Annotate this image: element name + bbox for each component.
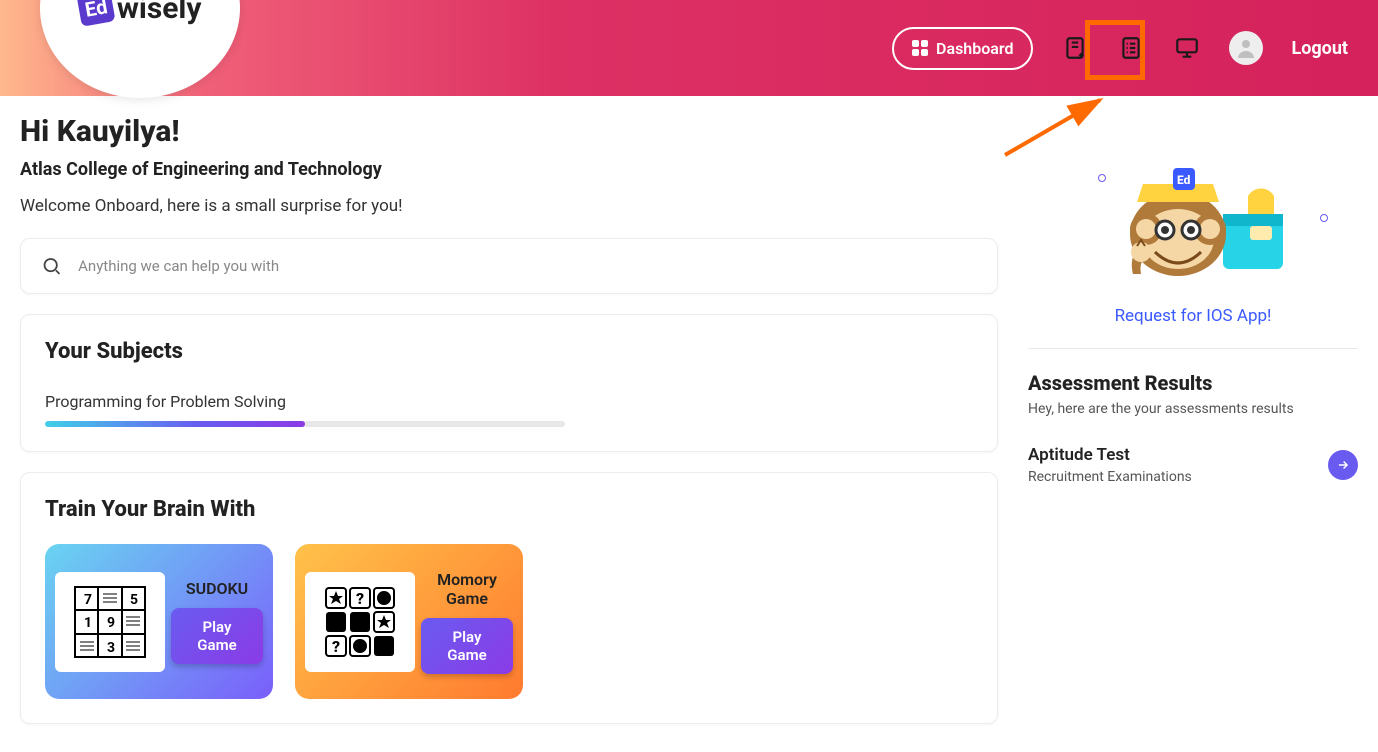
assessment-item-title: Aptitude Test [1028, 445, 1192, 465]
avatar[interactable] [1229, 31, 1263, 65]
svg-text:9: 9 [107, 615, 115, 631]
greeting-heading: Hi Kauyilya! [20, 114, 998, 149]
assessment-heading: Assessment Results [1028, 371, 1358, 395]
svg-text:?: ? [332, 637, 340, 656]
subject-name: Programming for Problem Solving [45, 392, 973, 411]
logo-wrap: Edwisely [40, 0, 240, 98]
college-name: Atlas College of Engineering and Technol… [20, 159, 998, 180]
monitor-icon[interactable] [1173, 34, 1201, 62]
game-title: Momory Game [421, 570, 513, 608]
play-memory-button[interactable]: Play Game [421, 618, 513, 674]
subject-progress-fill [45, 421, 305, 427]
games-heading: Train Your Brain With [45, 497, 973, 522]
assessment-item-subtitle: Recruitment Examinations [1028, 469, 1192, 485]
assessment-icon[interactable] [1117, 34, 1145, 62]
brand-badge: Ed [76, 0, 115, 27]
arrow-right-icon [1336, 458, 1350, 472]
svg-text:Ed: Ed [1177, 173, 1191, 187]
game-title: SUDOKU [186, 579, 248, 598]
assessment-arrow-button[interactable] [1328, 450, 1358, 480]
play-sudoku-button[interactable]: Play Game [171, 608, 263, 664]
decor-circle-icon [1098, 174, 1106, 182]
game-card-memory: ?? Momory Game Play Game [295, 544, 523, 699]
search-icon [41, 255, 62, 277]
game-card-sudoku: 7 5 19 3 SUDOKU Play Game [45, 544, 273, 699]
svg-text:5: 5 [130, 592, 138, 608]
search-input[interactable] [78, 257, 977, 275]
dashboard-button[interactable]: Dashboard [892, 27, 1033, 70]
assessment-subtext: Hey, here are the your assessments resul… [1028, 401, 1358, 417]
svg-text:?: ? [356, 589, 364, 608]
divider [1028, 348, 1358, 349]
search-bar[interactable] [20, 238, 998, 294]
dashboard-grid-icon [912, 40, 928, 56]
subjects-card: Your Subjects Programming for Problem So… [20, 314, 998, 452]
subject-progress-track [45, 421, 565, 427]
games-card: Train Your Brain With 7 5 19 3 SUDOKU Play … [20, 472, 998, 724]
notes-icon[interactable] [1061, 34, 1089, 62]
mascot-illustration: Ed [1028, 114, 1358, 304]
sudoku-image: 7 5 19 3 [55, 572, 165, 672]
top-header: Edwisely Dashboard Logout [0, 0, 1378, 96]
dashboard-label: Dashboard [936, 39, 1013, 58]
svg-text:3: 3 [107, 640, 115, 656]
assessment-item[interactable]: Aptitude Test Recruitment Examinations [1028, 445, 1358, 485]
subjects-heading: Your Subjects [45, 339, 973, 364]
welcome-text: Welcome Onboard, here is a small surpris… [20, 196, 998, 216]
brand-logo[interactable]: Edwisely [79, 0, 202, 26]
side-panel: Ed Request for IOS App! Assessment Resul… [1028, 104, 1358, 724]
memory-image: ?? [305, 572, 415, 672]
logout-link[interactable]: Logout [1291, 38, 1348, 59]
svg-text:1: 1 [84, 615, 92, 631]
subject-item[interactable]: Programming for Problem Solving [45, 392, 973, 427]
decor-circle-icon [1320, 214, 1328, 222]
svg-text:7: 7 [84, 592, 92, 608]
brand-text: wisely [117, 0, 202, 26]
ios-request-link[interactable]: Request for IOS App! [1028, 306, 1358, 326]
